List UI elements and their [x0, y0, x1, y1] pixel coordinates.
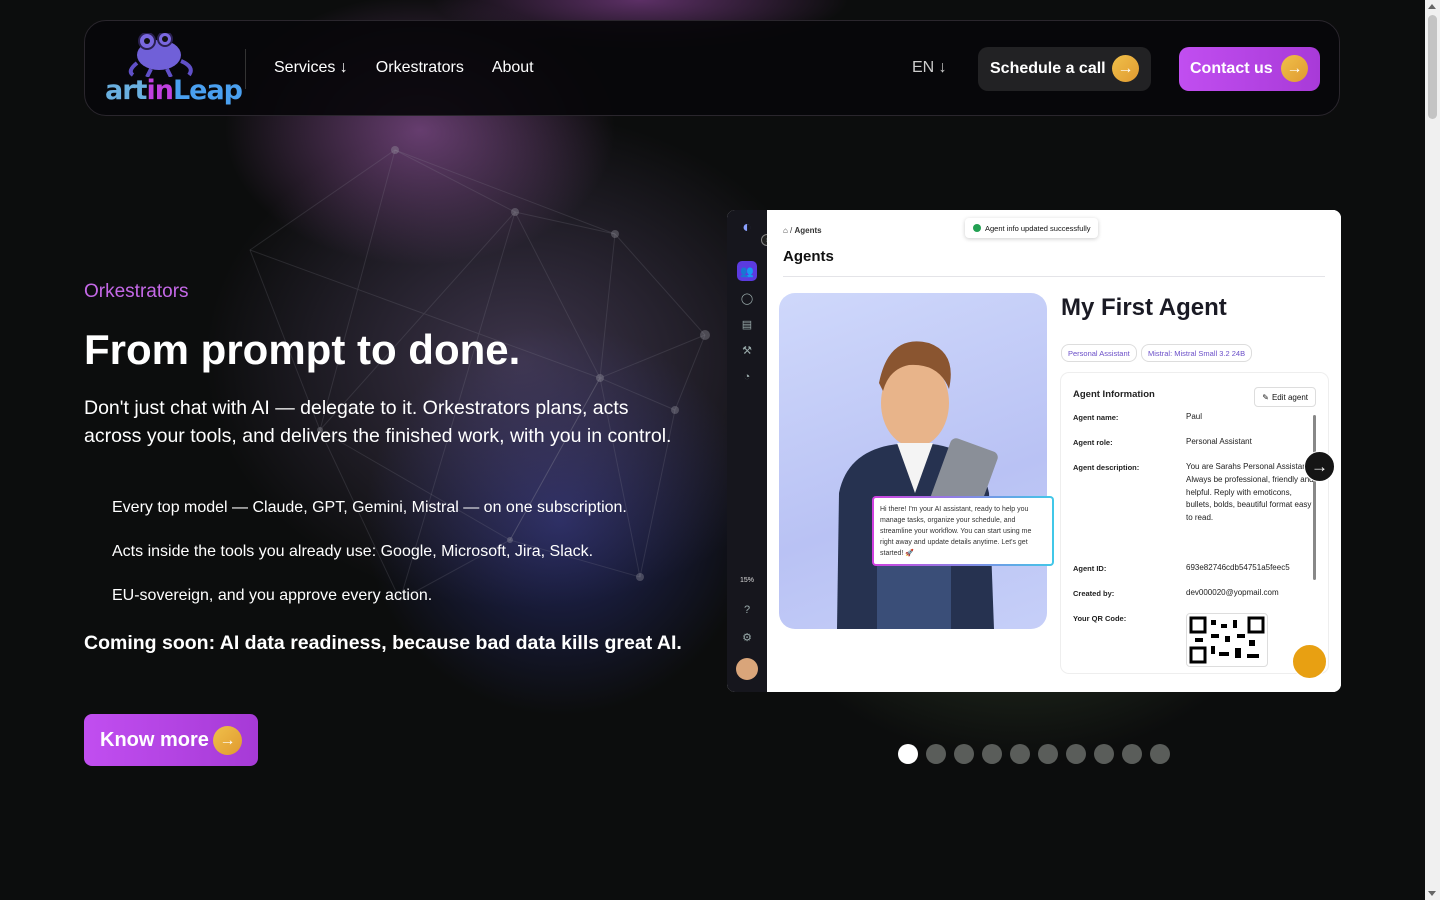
app-logo-icon: ◐: [742, 219, 752, 236]
agent-title: My First Agent: [1061, 294, 1227, 321]
hero-title: From prompt to done.: [84, 326, 521, 373]
carousel-dot[interactable]: [1150, 744, 1170, 764]
artinleap-logo[interactable]: artinLeap: [103, 31, 243, 109]
field-value: You are Sarahs Personal Assistant. Alway…: [1186, 462, 1314, 523]
field-label: Agent role:: [1073, 438, 1113, 447]
nav-about[interactable]: About: [492, 59, 534, 77]
help-icon[interactable]: ?: [737, 600, 757, 620]
qr-pattern: [1189, 616, 1265, 664]
site-header: artinLeap Services ↓ Orkestrators About …: [84, 20, 1340, 116]
model-tag: Mistral: Mistral Small 3.2 24B: [1141, 344, 1253, 362]
hero-eyebrow: Orkestrators: [84, 281, 189, 302]
breadcrumb: ⌂ / Agents: [783, 226, 822, 235]
logo-part-leap: Leap: [172, 75, 243, 106]
field-label: Created by:: [1073, 589, 1115, 598]
carousel-dot[interactable]: [1122, 744, 1142, 764]
assistant-greeting-bubble: Hi there! I'm your AI assistant, ready t…: [872, 496, 1054, 566]
qr-code-image: [1186, 613, 1268, 667]
app-main: ⌂ / Agents Agent info updated successful…: [767, 210, 1341, 692]
main-nav: Services ↓ Orkestrators About: [274, 59, 534, 77]
carousel-dot[interactable]: [1038, 744, 1058, 764]
floating-agent-avatar[interactable]: [1292, 644, 1327, 679]
carousel-dot[interactable]: [926, 744, 946, 764]
app-sidebar: ◐ › 👥 ◯ ▤ ⚒ ◔ 15% ? ⚙: [727, 210, 773, 692]
breadcrumb-current: Agents: [794, 226, 822, 235]
carousel-slide-screenshot: ◐ › 👥 ◯ ▤ ⚒ ◔ 15% ? ⚙ ⌂ / Agents Agent i…: [727, 210, 1341, 692]
scroll-up-arrow-icon[interactable]: [1428, 4, 1436, 9]
edit-agent-label: Edit agent: [1271, 392, 1308, 402]
page-scrollbar[interactable]: [1425, 0, 1440, 900]
carousel-dot[interactable]: [982, 744, 1002, 764]
analytics-nav-icon[interactable]: ◔: [737, 367, 757, 387]
agents-nav-icon[interactable]: 👥: [737, 261, 757, 281]
logo-part-in: in: [146, 75, 174, 106]
info-card-title: Agent Information: [1073, 389, 1155, 400]
bullet-item: Every top model — Claude, GPT, Gemini, M…: [112, 499, 627, 516]
schedule-call-label: Schedule a call: [990, 60, 1106, 77]
carousel-next-button[interactable]: →: [1304, 451, 1335, 482]
know-more-label: Know more: [100, 728, 209, 751]
frog-logo-icon: [128, 31, 193, 78]
logo-wordmark: artinLeap: [105, 75, 243, 106]
role-tag: Personal Assistant: [1061, 344, 1137, 362]
carousel-dot[interactable]: [1066, 744, 1086, 764]
carousel-dot[interactable]: [1010, 744, 1030, 764]
field-value: dev000020@yopmail.com: [1186, 588, 1279, 597]
documents-nav-icon[interactable]: ▤: [737, 314, 757, 334]
carousel-dot[interactable]: [954, 744, 974, 764]
carousel-dot[interactable]: [898, 744, 918, 764]
agent-character-illustration: [837, 341, 998, 629]
toast-text: Agent info updated successfully: [985, 223, 1091, 233]
hero-description: Don't just chat with AI — delegate to it…: [84, 397, 672, 447]
agent-avatar-image: [779, 293, 1047, 629]
chat-nav-icon[interactable]: ◯: [737, 288, 757, 308]
field-label: Your QR Code:: [1073, 614, 1127, 623]
tools-nav-icon[interactable]: ⚒: [737, 340, 757, 360]
agent-info-card: Agent Information ✎ Edit agent Agent name…: [1061, 373, 1328, 673]
arrow-right-icon: →: [1311, 456, 1328, 476]
language-selector[interactable]: EN ↓: [912, 59, 947, 77]
logo-part-art: art: [105, 75, 147, 106]
contact-us-button[interactable]: Contact us →: [1179, 47, 1320, 91]
nav-services[interactable]: Services ↓: [274, 59, 348, 77]
arrow-right-icon: →: [1112, 55, 1139, 82]
field-value: 693e82746cdb54751a5feec5: [1186, 563, 1290, 572]
divider: [783, 276, 1325, 277]
edit-agent-button[interactable]: ✎ Edit agent: [1254, 387, 1316, 407]
know-more-button[interactable]: Know more →: [84, 714, 258, 766]
carousel-pagination: [898, 744, 1170, 764]
pencil-icon: ✎: [1262, 392, 1269, 402]
settings-icon[interactable]: ⚙: [737, 627, 757, 647]
field-label: Agent ID:: [1073, 564, 1107, 573]
header-divider: [245, 49, 246, 89]
nav-orkestrators[interactable]: Orkestrators: [376, 59, 464, 77]
contact-us-label: Contact us: [1190, 60, 1273, 77]
scroll-down-arrow-icon[interactable]: [1428, 891, 1436, 896]
carousel-dot[interactable]: [1094, 744, 1114, 764]
field-value: Personal Assistant: [1186, 437, 1252, 446]
bullet-item: Acts inside the tools you already use: G…: [112, 543, 594, 560]
field-value: Paul: [1186, 412, 1203, 421]
arrow-right-icon: →: [213, 726, 242, 755]
user-avatar[interactable]: [736, 658, 758, 680]
check-circle-icon: [973, 224, 981, 232]
field-label: Agent description:: [1073, 463, 1140, 472]
hero-bullets: Every top model — Claude, GPT, Gemini, M…: [112, 498, 627, 630]
page-title: Agents: [783, 248, 834, 265]
bullet-item: EU-sovereign, and you approve every acti…: [112, 587, 433, 604]
schedule-call-button[interactable]: Schedule a call →: [978, 47, 1151, 91]
coming-soon-text: Coming soon: AI data readiness, because …: [84, 632, 682, 654]
scrollbar-thumb[interactable]: [1428, 15, 1437, 119]
field-label: Agent name:: [1073, 413, 1119, 422]
success-toast: Agent info updated successfully: [965, 218, 1099, 238]
card-scrollbar[interactable]: [1313, 415, 1316, 580]
arrow-right-icon: →: [1281, 55, 1308, 82]
usage-progress-label: 15%: [739, 576, 754, 584]
